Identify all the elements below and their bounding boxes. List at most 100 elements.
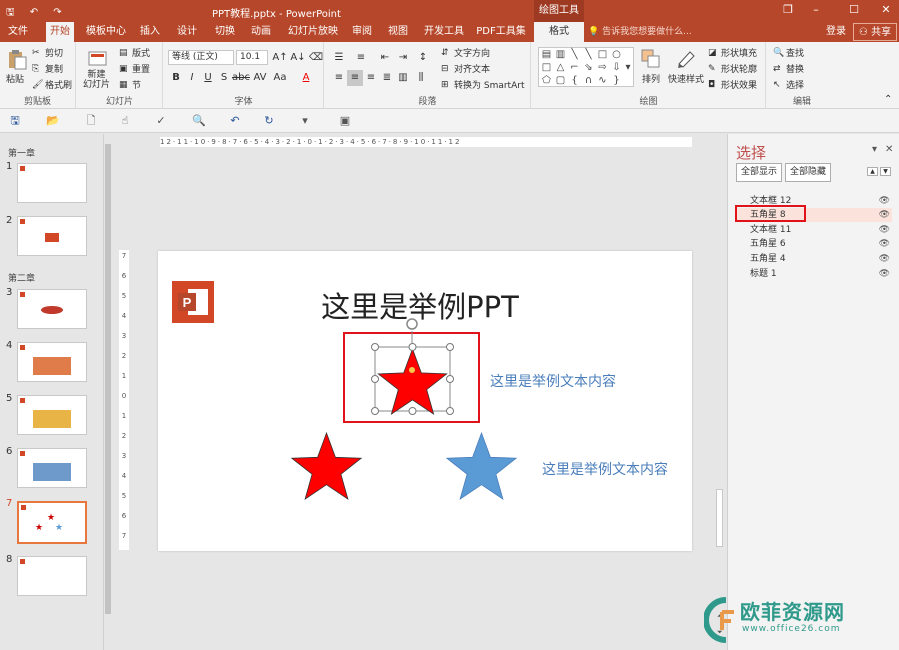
clear-format-icon[interactable]: ⌫ [308,50,324,66]
redo-icon[interactable]: ↻ [262,114,276,128]
slide-thumbnail-5[interactable] [17,395,87,435]
close-pane-icon[interactable]: ✕ [885,144,893,155]
save-icon[interactable]: 🖫 [8,114,22,128]
shadow-icon[interactable]: S [216,70,232,86]
align-right-icon[interactable]: ≡ [363,70,379,86]
thumbnail-scrollbar[interactable] [103,134,112,650]
tab-slideshow[interactable]: 幻灯片放映 [286,22,340,42]
wave-shape-icon[interactable]: ∿ [596,75,609,87]
shape-effects-button[interactable]: ◘ 形状效果 [708,78,757,91]
slide-canvas[interactable]: P 这里是举例PPT 这里是举例文本内容 这里是举例文本内容 [158,251,692,551]
login-link[interactable]: 登录 [826,22,846,42]
increase-indent-icon[interactable]: ⇥ [395,50,411,66]
tab-home[interactable]: 开始 [46,22,74,42]
tab-review[interactable]: 审阅 [350,22,374,42]
slide-thumbnail-1[interactable] [17,163,87,203]
rounded-shape-icon[interactable]: ▢ [554,75,567,87]
restore-icon[interactable]: ❐ [779,3,797,16]
hide-all-button[interactable]: 全部隐藏 [785,163,832,182]
slide-text-2[interactable]: 这里是举例文本内容 [542,461,668,478]
slide-title[interactable]: 这里是举例PPT [321,290,519,324]
shapes-gallery[interactable]: ▤ ▥ ╲ ╲ □ ○ □ △ ⌐ ⇘ ⇨ ⇩ ⬠ ▢ { ∩ ∿ } ▾ [538,47,634,87]
char-spacing-icon[interactable]: AV [252,70,268,86]
shrink-font-icon[interactable]: A↓ [290,50,306,66]
print-preview-icon[interactable]: 🔍 [192,114,206,128]
change-case-icon[interactable]: Aa [272,70,288,86]
selection-item[interactable]: 文本框 11 👁 [736,223,892,237]
pane-options-icon[interactable]: ▾ [872,144,877,155]
arrange-button[interactable]: 排列 [642,72,660,85]
selection-item[interactable]: 五角星 6 👁 [736,237,892,251]
share-button[interactable]: ⚇ 共享 [853,23,897,41]
maximize-icon[interactable]: ☐ [845,3,863,16]
align-text-button[interactable]: ⊟ 对齐文本 [441,62,490,75]
paste-button[interactable]: 粘贴 [6,72,24,85]
shape-fill-button[interactable]: ◪ 形状填充 [708,46,757,59]
elbow-shape-icon[interactable]: ⌐ [568,62,581,74]
scroll-thumb[interactable] [105,144,111,614]
slide-thumbnail-8[interactable] [17,556,87,596]
numbering-icon[interactable]: ≡ [353,50,369,66]
line-spacing-icon[interactable]: ↕ [415,50,431,66]
select-button[interactable]: ↖ 选择 [773,78,804,91]
font-size-field[interactable]: 10.1 [236,50,268,65]
spell-check-icon[interactable]: ✓ [154,114,168,128]
tab-transitions[interactable]: 切换 [212,22,238,42]
slide-thumbnail-6[interactable] [17,448,87,488]
star-red[interactable] [290,431,363,501]
textbox-v-shape-icon[interactable]: ▥ [554,49,567,61]
quick-styles-button[interactable]: 快速样式 [668,72,704,85]
slide-thumbnail-2[interactable] [17,216,87,256]
section-header[interactable]: 第一章 [8,146,35,159]
quick-access-icons[interactable]: 🖫 ↶ ↷ [6,5,68,22]
rectangle-shape-icon[interactable]: □ [596,49,609,61]
replace-button[interactable]: ⇄ 替换 [773,62,804,75]
tab-animations[interactable]: 动画 [248,22,274,42]
italic-icon[interactable]: I [184,70,200,86]
show-all-button[interactable]: 全部显示 [736,163,783,182]
more-icon[interactable]: ▾ [298,114,312,128]
eye-icon[interactable]: 👁 [879,223,890,237]
undo-icon[interactable]: ↶ [228,114,242,128]
slide-thumbnail-4[interactable] [17,342,87,382]
star-selected[interactable] [377,347,448,416]
justify-icon[interactable]: ≣ [379,70,395,86]
format-painter-button[interactable]: 🖌 格式刷 [32,78,72,91]
slide-text-1[interactable]: 这里是举例文本内容 [490,373,616,390]
gallery-more-icon[interactable]: ▾ [622,62,634,74]
tab-design[interactable]: 设计 [174,22,200,42]
star-blue[interactable] [445,431,518,501]
adjust-handle-icon[interactable] [409,367,415,373]
scroll-thumb[interactable] [716,489,723,547]
tab-template-center[interactable]: 模板中心 [84,22,128,42]
font-name-field[interactable]: 等线 (正文) [168,50,234,65]
right-arrow-shape-icon[interactable]: ⇨ [596,62,609,74]
layout-button[interactable]: ▤ 版式 [119,46,150,59]
grow-font-icon[interactable]: A↑ [272,50,288,66]
eye-icon[interactable]: 👁 [879,252,890,266]
rect-shape-icon[interactable]: □ [540,62,553,74]
new-slide-icon[interactable] [87,48,109,70]
brace-shape-icon[interactable]: } [610,75,623,87]
bullets-icon[interactable]: ☰ [331,50,347,66]
tab-file[interactable]: 文件 [2,22,34,42]
quick-styles-icon[interactable] [675,48,697,70]
eye-icon[interactable]: 👁 [879,208,890,222]
text-direction-button[interactable]: ⇵ 文字方向 [441,46,490,59]
copy-button[interactable]: ⎘ 复制 [32,62,63,75]
paste-icon[interactable] [6,48,28,70]
triangle-shape-icon[interactable]: △ [554,62,567,74]
selection-item[interactable]: 五角星 4 👁 [736,252,892,266]
collapse-ribbon-icon[interactable]: ⌃ [884,94,892,105]
tab-pdf-tools[interactable]: PDF工具集 [476,22,526,42]
decrease-indent-icon[interactable]: ⇤ [377,50,393,66]
line-shape-icon[interactable]: ╲ [582,49,595,61]
oval-shape-icon[interactable]: ○ [610,49,623,61]
smartart-button[interactable]: ⊞ 转换为 SmartArt [441,78,524,91]
eye-icon[interactable]: 👁 [879,194,890,208]
curve-shape-icon[interactable]: ∩ [582,75,595,87]
touch-mode-icon[interactable]: ☝ [118,114,132,128]
find-button[interactable]: 🔍 查找 [773,46,804,59]
align-left-icon[interactable]: ≡ [331,70,347,86]
underline-icon[interactable]: U [200,70,216,86]
